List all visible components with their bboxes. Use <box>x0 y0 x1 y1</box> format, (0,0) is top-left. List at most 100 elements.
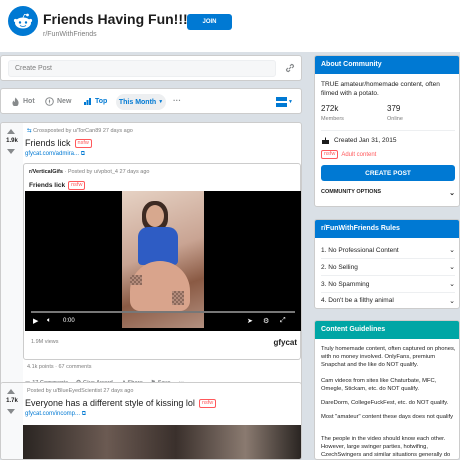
post-title-text: Everyone has a different style of kissin… <box>25 398 195 408</box>
card-view-icon <box>276 97 287 107</box>
link-icon[interactable] <box>284 62 296 74</box>
cake-icon <box>322 137 329 144</box>
crosspost-title-text: Friends lick <box>29 182 66 189</box>
chevron-down-icon: ⌄ <box>449 297 455 305</box>
time-filter-dropdown[interactable]: This Month ▼ <box>116 94 166 110</box>
rule-item[interactable]: 3. No Spamming ⌄ <box>321 276 455 293</box>
post-link-text: gfycat.com/incomp... <box>25 411 81 417</box>
guideline-paragraph: Truly homemade content, often captured o… <box>321 346 456 368</box>
post-link[interactable]: gfycat.com/admira... ⧉ <box>25 151 85 158</box>
vote-count: 1.9k <box>6 138 18 144</box>
about-header: About Community <box>315 56 459 74</box>
downvote-arrow-icon[interactable] <box>7 409 15 414</box>
sort-bar: Hot New Top This Month ▼ ··· ▼ <box>0 88 302 114</box>
flame-icon <box>12 97 19 106</box>
nsfw-badge: nsfw <box>321 150 339 159</box>
guideline-paragraph: Most "amateur" content these days does n… <box>321 414 454 420</box>
rule-item[interactable]: 1. No Professional Content ⌄ <box>321 242 455 259</box>
crosspost-subreddit[interactable]: r/VerticalGifs <box>29 169 63 175</box>
view-layout-button[interactable]: ▼ <box>276 96 294 108</box>
rules-card: r/FunWithFriends Rules 1. No Professiona… <box>314 219 460 309</box>
community-options-label: COMMUNITY OPTIONS <box>321 189 382 195</box>
post-link[interactable]: gfycat.com/incomp... ⧉ <box>25 411 86 418</box>
play-icon[interactable]: ▶ <box>33 317 38 325</box>
create-post-button[interactable]: CREATE POST <box>321 165 455 181</box>
upvote-arrow-icon[interactable] <box>7 129 15 134</box>
video-controls: ▶ 🔈︎ 0:00 ➤ ⚙ ⤢ <box>25 309 301 331</box>
chevron-down-icon: ▼ <box>158 99 164 105</box>
vote-count: 1.7k <box>6 398 18 404</box>
crosspost-meta: ⇆ Crossposted by u/TorCan89 27 days ago <box>27 128 133 134</box>
downvote-arrow-icon[interactable] <box>7 149 15 154</box>
members-label: Members <box>321 116 344 122</box>
top-chart-icon <box>84 98 91 105</box>
subreddit-name: r/FunWithFriends <box>43 31 97 38</box>
video-figure <box>138 227 178 265</box>
chevron-down-icon: ⌄ <box>449 247 455 254</box>
crosspost-meta-text: Crossposted by u/TorCan89 27 days ago <box>33 128 133 134</box>
crosspost-title[interactable]: Friends lick nsfw <box>29 181 86 190</box>
post-title[interactable]: Everyone has a different style of kissin… <box>25 398 217 408</box>
video-footer: 1.9M views gfycat <box>31 335 297 359</box>
sort-more-button[interactable]: ··· <box>173 96 181 105</box>
post-card[interactable]: 1.7k Posted by u/BlueEyedScientist 27 da… <box>0 382 302 460</box>
censor-pixelation <box>172 291 184 305</box>
sort-top-label: Top <box>95 98 108 105</box>
nsfw-badge: nsfw <box>74 138 92 148</box>
upvote-arrow-icon[interactable] <box>7 389 15 394</box>
adult-content-flag: nsfw Adult content <box>321 150 376 159</box>
chevron-down-icon: ▼ <box>288 99 293 105</box>
post-title-text: Friends lick <box>25 138 71 148</box>
community-options-toggle[interactable]: COMMUNITY OPTIONS ⌄ <box>321 189 455 197</box>
nsfw-badge: nsfw <box>68 181 86 190</box>
create-post-input[interactable]: Create Post <box>8 60 276 77</box>
sort-hot[interactable]: Hot <box>11 97 35 106</box>
fullscreen-icon[interactable]: ⤢ <box>280 317 286 325</box>
chevron-down-icon: ⌄ <box>449 264 455 271</box>
time-filter-label: This Month <box>118 98 157 106</box>
post-link-text: gfycat.com/admira... <box>25 151 80 157</box>
video-progress-bar[interactable] <box>31 311 295 313</box>
about-community-card: About Community TRUE amateur/homemade co… <box>314 55 460 207</box>
sort-top[interactable]: Top <box>83 97 107 106</box>
video-time: 0:00 <box>63 318 75 324</box>
crosspost-icon: ⇆ <box>27 128 32 134</box>
chevron-down-icon: ⌄ <box>449 190 455 197</box>
online-label: Online <box>387 116 403 122</box>
chevron-down-icon: ⌄ <box>449 281 455 288</box>
rule-label: 2. No Selling <box>321 263 358 271</box>
send-icon[interactable]: ➤ <box>247 317 253 325</box>
online-count: 379 <box>387 104 401 113</box>
guideline-paragraph: The people in the video should know each… <box>321 436 451 458</box>
crosspost-source-meta: r/VerticalGifs · Posted by u/vpbot_4 27 … <box>29 169 149 175</box>
rule-item[interactable]: 4. Don't be a filthy animal ⌄ <box>321 292 455 308</box>
sort-new[interactable]: New <box>45 97 71 106</box>
volume-icon[interactable]: 🔈︎ <box>47 317 51 325</box>
post-title[interactable]: Friends lick nsfw <box>25 138 92 148</box>
post-thumbnail-preview[interactable] <box>23 425 301 459</box>
settings-gear-icon[interactable]: ⚙ <box>263 317 269 325</box>
community-description: TRUE amateur/homemade content, often fil… <box>321 81 440 97</box>
gfycat-logo[interactable]: gfycat <box>273 338 297 347</box>
sort-new-label: New <box>57 98 72 105</box>
post-points: 4.1k points · 67 comments <box>27 364 92 370</box>
video-figure <box>146 205 164 227</box>
join-button[interactable]: JOIN <box>187 14 232 30</box>
created-date: Created Jan 31, 2015 <box>321 136 397 145</box>
guideline-paragraph: DareDorm, CollegeFuckFest, etc. do NOT q… <box>321 400 449 406</box>
vote-column: 1.7k <box>1 383 23 459</box>
video-frame <box>122 191 204 328</box>
post-card[interactable]: 1.9k ⇆ Crossposted by u/TorCan89 27 days… <box>0 122 302 397</box>
external-link-icon: ⧉ <box>81 411 86 417</box>
members-count: 272k <box>321 104 339 113</box>
subreddit-avatar[interactable] <box>8 6 38 36</box>
nsfw-badge: nsfw <box>198 398 217 408</box>
subreddit-header: Friends Having Fun!!! r/FunWithFriends J… <box>0 0 460 52</box>
created-text: Created Jan 31, 2015 <box>334 137 397 144</box>
sort-hot-label: Hot <box>23 98 35 105</box>
rule-item[interactable]: 2. No Selling ⌄ <box>321 259 455 276</box>
crosspost-embed[interactable]: r/VerticalGifs · Posted by u/vpbot_4 27 … <box>23 163 301 360</box>
video-player[interactable]: ▶ 🔈︎ 0:00 ➤ ⚙ ⤢ <box>25 191 301 331</box>
new-icon <box>45 97 54 106</box>
rules-header: r/FunWithFriends Rules <box>315 220 459 238</box>
